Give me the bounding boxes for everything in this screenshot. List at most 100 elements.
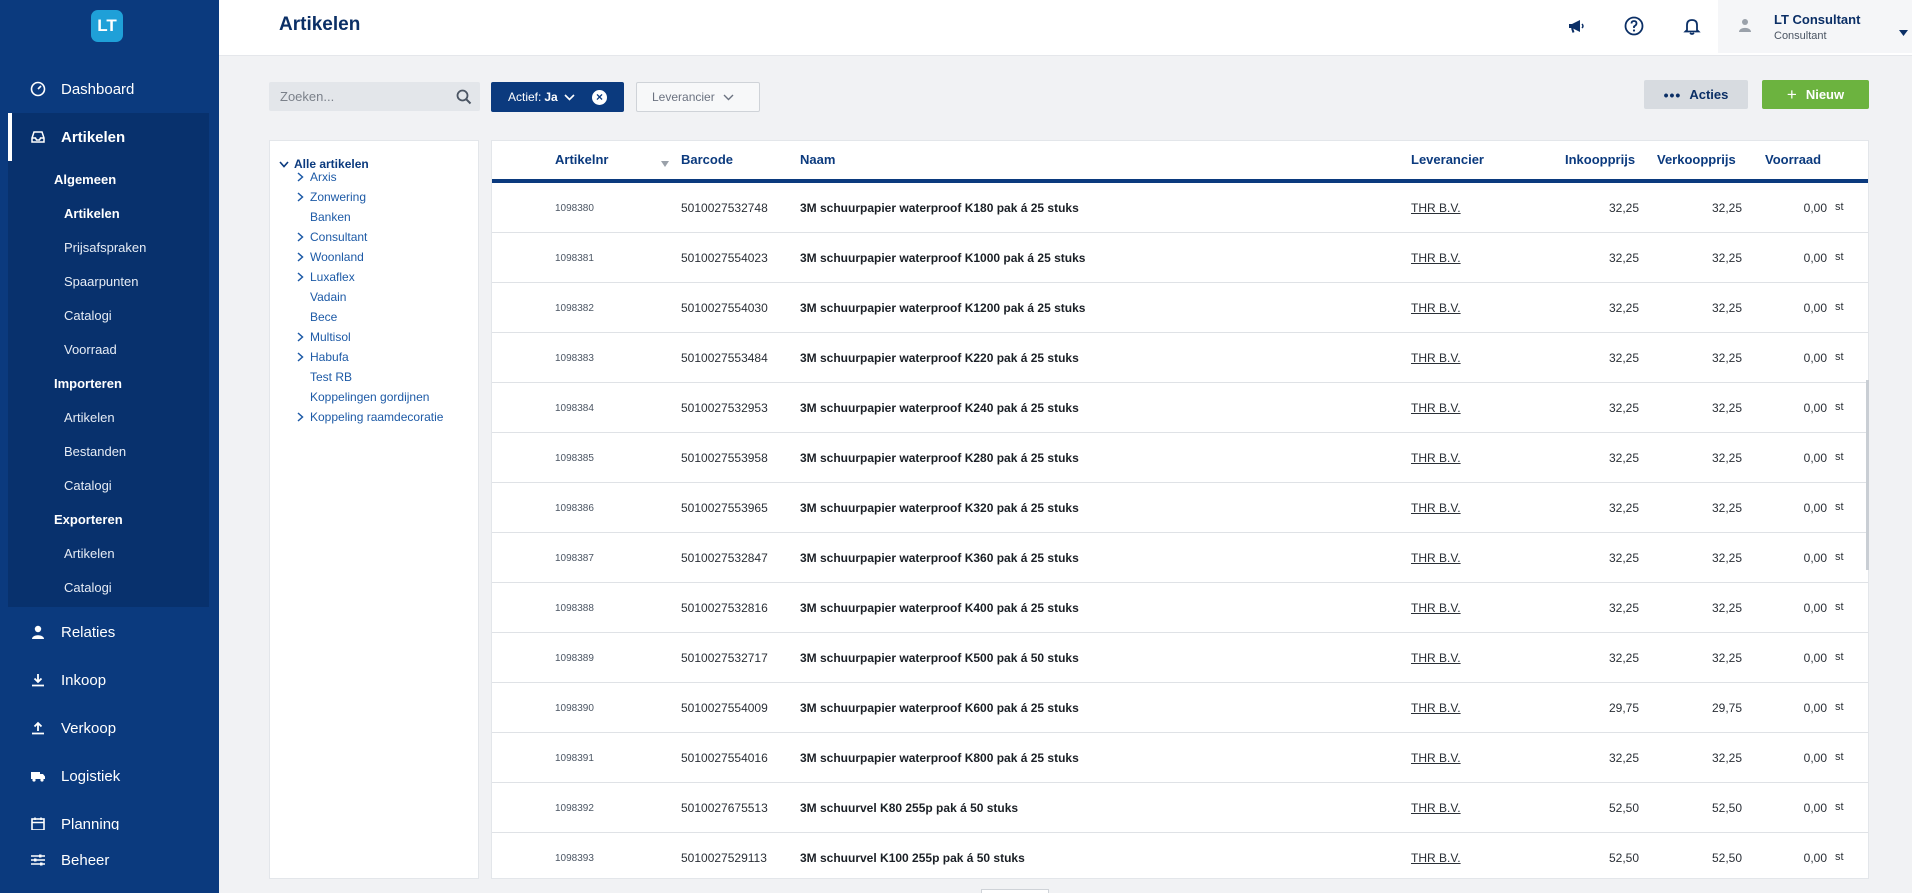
tree-node[interactable]: Test RB xyxy=(294,367,352,387)
column-header-barcode[interactable]: Barcode xyxy=(681,152,733,167)
nav-item-artikelen[interactable]: Artikelen xyxy=(0,113,219,161)
submenu-item-prijsafspraken[interactable]: Prijsafspraken xyxy=(64,240,146,255)
supplier-link[interactable]: THR B.V. xyxy=(1411,251,1461,265)
help-icon[interactable] xyxy=(1622,14,1646,38)
supplier-link[interactable]: THR B.V. xyxy=(1411,651,1461,665)
supplier-link[interactable]: THR B.V. xyxy=(1411,201,1461,215)
table-row[interactable]: 1098393 5010027529113 3M schuurvel K100 25… xyxy=(492,833,1868,878)
table-row[interactable]: 1098388 5010027532816 3M schuurpapier wate… xyxy=(492,583,1868,633)
chevron-right-icon[interactable] xyxy=(294,332,306,342)
nav-item-planning[interactable]: Planning xyxy=(0,800,219,830)
bell-icon[interactable] xyxy=(1680,14,1704,38)
filter-chip-actief[interactable]: Actief: Ja × xyxy=(491,82,624,112)
table-scrollbar[interactable] xyxy=(1866,380,1869,570)
submenu-item-import-artikelen[interactable]: Artikelen xyxy=(64,410,115,425)
column-header-verkoopprijs[interactable]: Verkoopprijs xyxy=(1657,152,1736,167)
chevron-right-icon[interactable] xyxy=(294,272,306,282)
cell-voorraad: 0,00 xyxy=(1803,851,1827,865)
tree-node[interactable]: Koppelingen gordijnen xyxy=(294,387,429,407)
cell-voorraad: 0,00 xyxy=(1803,251,1827,265)
user-menu[interactable]: LT Consultant Consultant xyxy=(1718,0,1912,53)
nav-item-dashboard[interactable]: Dashboard xyxy=(0,65,219,113)
submenu-item-voorraad[interactable]: Voorraad xyxy=(64,342,117,357)
table-row[interactable]: 1098386 5010027553965 3M schuurpapier wate… xyxy=(492,483,1868,533)
cell-inkoopprijs: 32,25 xyxy=(1608,201,1639,215)
megaphone-icon[interactable] xyxy=(1564,14,1588,38)
tree-node[interactable]: Vadain xyxy=(294,287,346,307)
chevron-right-icon[interactable] xyxy=(294,192,306,202)
supplier-link[interactable]: THR B.V. xyxy=(1411,501,1461,515)
cell-verkoopprijs: 32,25 xyxy=(1711,451,1742,465)
table-row[interactable]: 1098389 5010027532717 3M schuurpapier wate… xyxy=(492,633,1868,683)
nav-item-verkoop[interactable]: Verkoop xyxy=(0,704,219,752)
supplier-link[interactable]: THR B.V. xyxy=(1411,351,1461,365)
supplier-link[interactable]: THR B.V. xyxy=(1411,801,1461,815)
submenu-item-import-catalogi[interactable]: Catalogi xyxy=(64,478,112,493)
supplier-link[interactable]: THR B.V. xyxy=(1411,401,1461,415)
clear-filter-icon[interactable]: × xyxy=(592,90,607,105)
table-row[interactable]: 1098391 5010027554016 3M schuurpapier wate… xyxy=(492,733,1868,783)
table-row[interactable]: 1098381 5010027554023 3M schuurpapier wate… xyxy=(492,233,1868,283)
cell-voorraad: 0,00 xyxy=(1803,451,1827,465)
tree-node[interactable]: Arxis xyxy=(294,167,337,187)
table-row[interactable]: 1098392 5010027675513 3M schuurvel K80 255… xyxy=(492,783,1868,833)
nav-item-relaties[interactable]: Relaties xyxy=(0,608,219,656)
tree-node[interactable]: Zonwering xyxy=(294,187,366,207)
supplier-dropdown-label: Leverancier xyxy=(652,90,715,104)
cell-verkoopprijs: 32,25 xyxy=(1711,251,1742,265)
submenu-item-artikelen[interactable]: Artikelen xyxy=(64,206,120,221)
nav-item-inkoop[interactable]: Inkoop xyxy=(0,656,219,704)
cell-barcode: 5010027532816 xyxy=(681,601,768,615)
nav-item-logistiek[interactable]: Logistiek xyxy=(0,752,219,800)
cell-eenheid: st xyxy=(1835,651,1844,663)
tree-node[interactable]: Luxaflex xyxy=(294,267,355,287)
supplier-link[interactable]: THR B.V. xyxy=(1411,451,1461,465)
column-header-leverancier[interactable]: Leverancier xyxy=(1411,152,1484,167)
tree-node[interactable]: Consultant xyxy=(294,227,367,247)
tree-node-label: Luxaflex xyxy=(310,270,355,284)
column-header-inkoopprijs[interactable]: Inkoopprijs xyxy=(1565,152,1635,167)
table-row[interactable]: 1098383 5010027553484 3M schuurpapier wate… xyxy=(492,333,1868,383)
chevron-right-icon[interactable] xyxy=(294,352,306,362)
table-row[interactable]: 1098380 5010027532748 3M schuurpapier wate… xyxy=(492,183,1868,233)
chevron-right-icon[interactable] xyxy=(294,172,306,182)
app-logo[interactable]: LT xyxy=(91,10,123,42)
cell-naam: 3M schuurpapier waterproof K180 pak á 25… xyxy=(800,201,1079,215)
submenu-item-spaarpunten[interactable]: Spaarpunten xyxy=(64,274,138,289)
table-row[interactable]: 1098385 5010027553958 3M schuurpapier wate… xyxy=(492,433,1868,483)
supplier-link[interactable]: THR B.V. xyxy=(1411,601,1461,615)
chevron-right-icon[interactable] xyxy=(294,252,306,262)
tree-node[interactable]: Multisol xyxy=(294,327,351,347)
table-row[interactable]: 1098382 5010027554030 3M schuurpapier wate… xyxy=(492,283,1868,333)
submenu-item-catalogi[interactable]: Catalogi xyxy=(64,308,112,323)
nav-item-beheer[interactable]: Beheer xyxy=(0,836,219,884)
column-header-naam[interactable]: Naam xyxy=(800,152,835,167)
acties-button[interactable]: ••• Acties xyxy=(1644,80,1748,109)
submenu-item-export-catalogi[interactable]: Catalogi xyxy=(64,580,112,595)
supplier-link[interactable]: THR B.V. xyxy=(1411,551,1461,565)
table-row[interactable]: 1098390 5010027554009 3M schuurpapier wate… xyxy=(492,683,1868,733)
tree-node[interactable]: Habufa xyxy=(294,347,349,367)
tree-node[interactable]: Banken xyxy=(294,207,351,227)
supplier-link[interactable]: THR B.V. xyxy=(1411,301,1461,315)
sort-icon[interactable] xyxy=(661,155,669,170)
supplier-link[interactable]: THR B.V. xyxy=(1411,701,1461,715)
column-header-artikelnr[interactable]: Artikelnr xyxy=(555,152,608,167)
table-row[interactable]: 1098384 5010027532953 3M schuurpapier wate… xyxy=(492,383,1868,433)
submenu-item-import-bestanden[interactable]: Bestanden xyxy=(64,444,126,459)
chevron-right-icon[interactable] xyxy=(294,232,306,242)
tree-node[interactable]: Bece xyxy=(294,307,337,327)
column-header-voorraad[interactable]: Voorraad xyxy=(1765,152,1821,167)
tree-node[interactable]: Koppeling raamdecoratie xyxy=(294,407,443,427)
search-icon[interactable] xyxy=(456,89,472,110)
supplier-link[interactable]: THR B.V. xyxy=(1411,851,1461,865)
new-button[interactable]: + Nieuw xyxy=(1762,80,1869,109)
search-input[interactable] xyxy=(280,89,445,104)
supplier-dropdown[interactable]: Leverancier xyxy=(636,82,760,112)
pagination-stub[interactable] xyxy=(981,889,1049,893)
tree-node[interactable]: Woonland xyxy=(294,247,364,267)
supplier-link[interactable]: THR B.V. xyxy=(1411,751,1461,765)
submenu-item-export-artikelen[interactable]: Artikelen xyxy=(64,546,115,561)
table-row[interactable]: 1098387 5010027532847 3M schuurpapier wate… xyxy=(492,533,1868,583)
chevron-right-icon[interactable] xyxy=(294,412,306,422)
